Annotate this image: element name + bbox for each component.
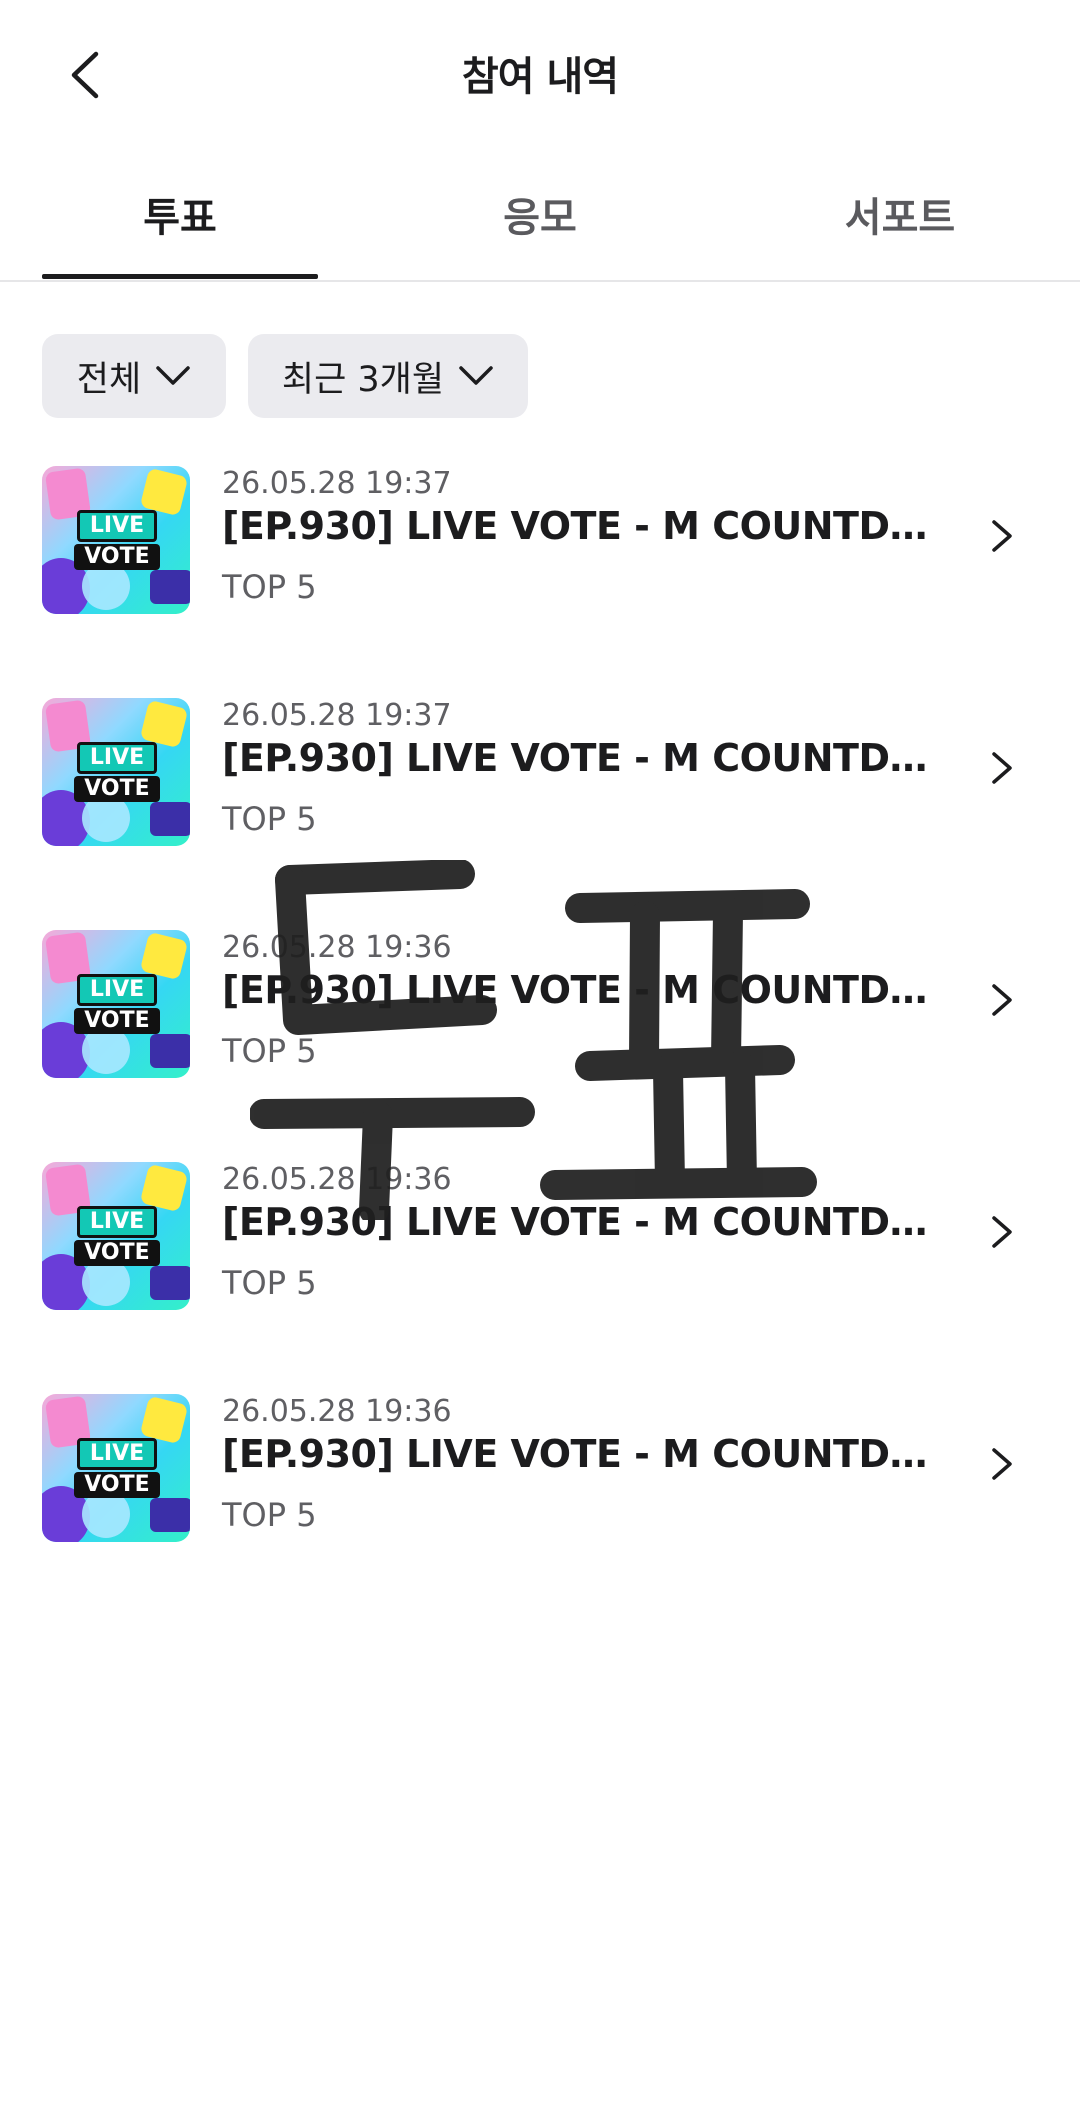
item-title: [EP.930] LIVE VOTE - M COUNTDOWN [222, 1432, 942, 1476]
item-title: [EP.930] LIVE VOTE - M COUNTDOWN [222, 1200, 942, 1244]
item-subtitle: TOP 5 [222, 1264, 317, 1302]
header: 참여 내역 [0, 0, 1080, 145]
chevron-down-icon [459, 366, 493, 385]
item-date: 26.05.28 19:37 [222, 698, 452, 733]
chevron-right-icon [992, 1216, 1012, 1248]
page-title: 참여 내역 [461, 54, 619, 100]
filter-type-label: 전체 [76, 359, 142, 400]
chevron-down-icon [156, 366, 190, 385]
filter-period-label: 최근 3개월 [281, 359, 445, 400]
item-title: [EP.930] LIVE VOTE - M COUNTDOWN [222, 736, 942, 780]
thumb-vote-text: VOTE [74, 1472, 160, 1498]
filter-period-dropdown[interactable]: 최근 3개월 [248, 334, 528, 418]
thumb-vote-text: VOTE [74, 1008, 160, 1034]
item-date: 26.05.28 19:36 [222, 930, 452, 965]
thumb-vote-text: VOTE [74, 544, 160, 570]
thumb-live-text: LIVE [76, 742, 158, 774]
tab-support[interactable]: 서포트 [740, 185, 1060, 243]
filter-type-dropdown[interactable]: 전체 [42, 334, 226, 418]
item-subtitle: TOP 5 [222, 568, 317, 606]
list-item[interactable]: LIVE VOTE 26.05.28 19:37 [EP.930] LIVE V… [0, 458, 1080, 618]
item-title: [EP.930] LIVE VOTE - M COUNTDOWN [222, 504, 942, 548]
item-date: 26.05.28 19:36 [222, 1394, 452, 1429]
list-item[interactable]: LIVE VOTE 26.05.28 19:36 [EP.930] LIVE V… [0, 922, 1080, 1082]
list-item[interactable]: LIVE VOTE 26.05.28 19:36 [EP.930] LIVE V… [0, 1386, 1080, 1546]
tab-bar: 투표 응모 서포트 [0, 145, 1080, 282]
item-title: [EP.930] LIVE VOTE - M COUNTDOWN [222, 968, 942, 1012]
thumb-live-text: LIVE [76, 1438, 158, 1470]
item-subtitle: TOP 5 [222, 1032, 317, 1070]
thumb-live-text: LIVE [76, 1206, 158, 1238]
tab-vote[interactable]: 투표 [20, 185, 340, 243]
list-item[interactable]: LIVE VOTE 26.05.28 19:36 [EP.930] LIVE V… [0, 1154, 1080, 1314]
chevron-right-icon [992, 752, 1012, 784]
active-tab-indicator [42, 274, 318, 279]
item-subtitle: TOP 5 [222, 1496, 317, 1534]
chevron-right-icon [992, 520, 1012, 552]
chevron-right-icon [992, 984, 1012, 1016]
tab-entry[interactable]: 응모 [380, 185, 700, 243]
thumb-vote-text: VOTE [74, 1240, 160, 1266]
live-vote-thumbnail: LIVE VOTE [42, 466, 190, 614]
item-date: 26.05.28 19:36 [222, 1162, 452, 1197]
live-vote-thumbnail: LIVE VOTE [42, 930, 190, 1078]
live-vote-thumbnail: LIVE VOTE [42, 1394, 190, 1542]
chevron-right-icon [992, 1448, 1012, 1480]
thumb-live-text: LIVE [76, 974, 158, 1006]
thumb-vote-text: VOTE [74, 776, 160, 802]
item-date: 26.05.28 19:37 [222, 466, 452, 501]
item-subtitle: TOP 5 [222, 800, 317, 838]
thumb-live-text: LIVE [76, 510, 158, 542]
live-vote-thumbnail: LIVE VOTE [42, 1162, 190, 1310]
list-item[interactable]: LIVE VOTE 26.05.28 19:37 [EP.930] LIVE V… [0, 690, 1080, 850]
live-vote-thumbnail: LIVE VOTE [42, 698, 190, 846]
